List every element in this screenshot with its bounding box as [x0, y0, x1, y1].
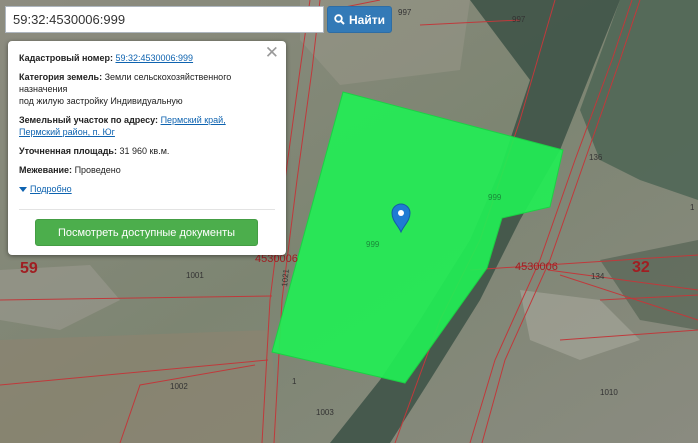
search-input[interactable] — [5, 6, 324, 33]
cadastral-label: Кадастровый номер: — [19, 53, 113, 63]
survey-label: Межевание: — [19, 165, 73, 175]
map-label: 999 — [488, 193, 502, 202]
more-details-label[interactable]: Подробно — [30, 183, 72, 195]
search-button[interactable]: Найти — [327, 6, 392, 33]
category-value: назначения — [19, 84, 68, 94]
parcel-info-popup: ✕ Кадастровый номер: 59:32:4530006:999 К… — [8, 41, 286, 255]
survey-row: Межевание: Проведено — [19, 164, 275, 176]
map-label: 1021 — [280, 268, 291, 287]
search-icon — [334, 14, 345, 25]
map-label: 136 — [589, 153, 603, 162]
caret-down-icon — [19, 186, 27, 192]
search-button-label: Найти — [349, 12, 385, 27]
area-value: 31 960 кв.м. — [119, 146, 170, 156]
map-label: 997 — [512, 15, 526, 24]
address-link[interactable]: Пермский район, п. Юг — [19, 127, 115, 137]
area-label: Уточненная площадь: — [19, 146, 117, 156]
quarter-label: 4530006 — [515, 261, 558, 273]
cadastral-row: Кадастровый номер: 59:32:4530006:999 — [19, 52, 275, 64]
cadastral-link[interactable]: 59:32:4530006:999 — [115, 53, 193, 63]
address-label: Земельный участок по адресу: — [19, 115, 159, 125]
category-label: Категория земель: — [19, 72, 103, 82]
map-label: 997 — [398, 8, 412, 17]
survey-value: Проведено — [74, 165, 121, 175]
category-row: Категория земель: Земли сельскохозяйстве… — [19, 71, 275, 107]
map-label: 999 — [366, 240, 380, 249]
map-label: 1003 — [316, 408, 334, 417]
map-label: 1002 — [170, 382, 188, 391]
area-row: Уточненная площадь: 31 960 кв.м. — [19, 145, 275, 157]
district-label: 59 — [20, 260, 38, 277]
map-label: 1001 — [186, 271, 204, 280]
address-link[interactable]: Пермский край, — [161, 115, 226, 125]
close-icon[interactable]: ✕ — [265, 44, 279, 61]
map-label: 1 — [292, 377, 297, 386]
view-documents-button[interactable]: Посмотреть доступные документы — [35, 219, 258, 246]
category-value: под жилую застройку Индивидуальную — [19, 96, 183, 106]
more-details-link[interactable]: Подробно — [19, 183, 275, 195]
address-row: Земельный участок по адресу: Пермский кр… — [19, 114, 275, 138]
divider — [19, 209, 275, 210]
map-label: 1 — [690, 203, 695, 212]
district-label: 32 — [632, 259, 650, 276]
map-label: 134 — [591, 272, 605, 281]
map-label: 1010 — [600, 388, 618, 397]
category-value: Земли сельскохозяйственного — [104, 72, 232, 82]
